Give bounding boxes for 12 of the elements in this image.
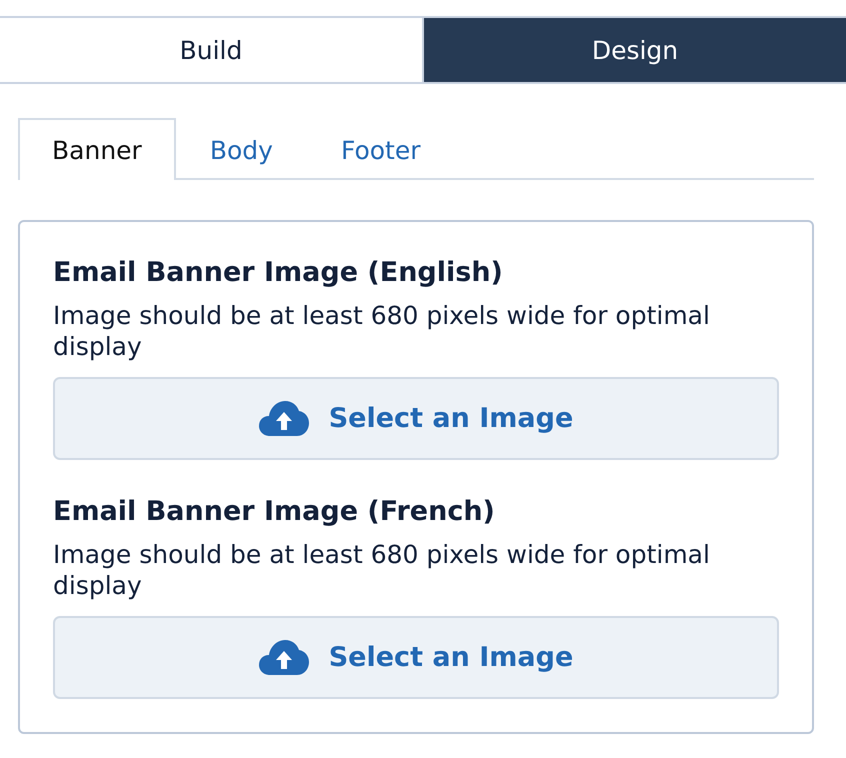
section-tab[interactable]: Footer bbox=[306, 118, 454, 180]
section-tab[interactable]: Body bbox=[176, 118, 307, 180]
field-hint: Image should be at least 680 pixels wide for optimal display bbox=[53, 539, 711, 601]
field-title: Email Banner Image (French) bbox=[53, 495, 496, 529]
field-title: Email Banner Image (English) bbox=[53, 256, 504, 290]
select-image-button[interactable]: Select an Image bbox=[53, 377, 779, 460]
field-hint: Image should be at least 680 pixels wide for optimal display bbox=[53, 300, 711, 362]
select-image-button[interactable]: Select an Image bbox=[53, 616, 779, 699]
section-tab[interactable]: Banner bbox=[18, 118, 176, 180]
cloud-upload-icon bbox=[258, 640, 309, 675]
mode-tab[interactable]: Design bbox=[422, 18, 846, 82]
cloud-upload-icon bbox=[258, 401, 309, 436]
